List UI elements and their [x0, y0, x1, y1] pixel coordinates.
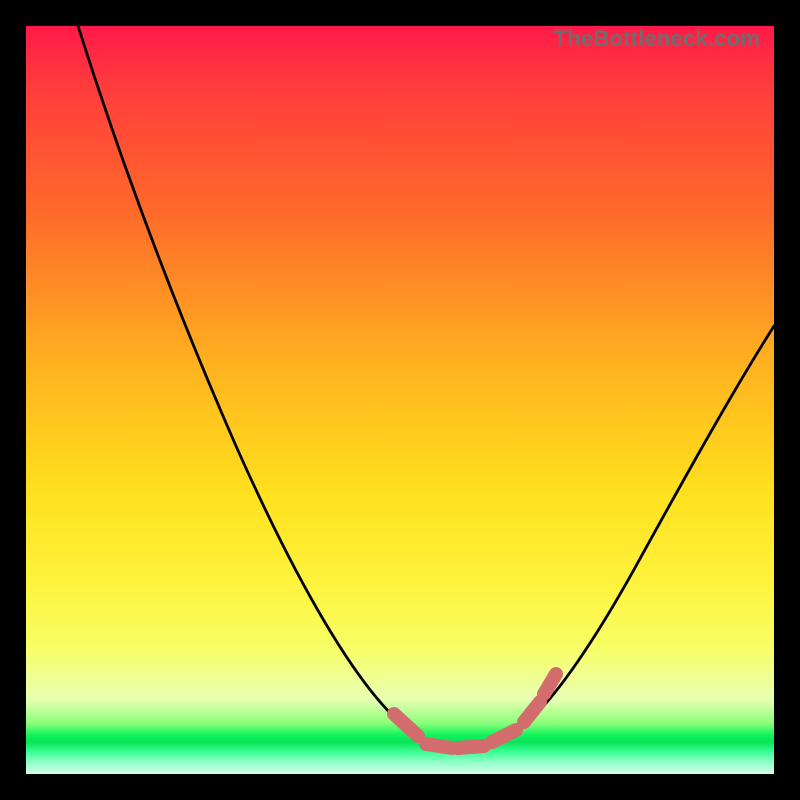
watermark-text: TheBottleneck.com	[554, 26, 760, 52]
plot-area: TheBottleneck.com	[26, 26, 774, 774]
optimal-zone-markers	[26, 26, 774, 774]
outer-frame: TheBottleneck.com	[12, 12, 788, 788]
